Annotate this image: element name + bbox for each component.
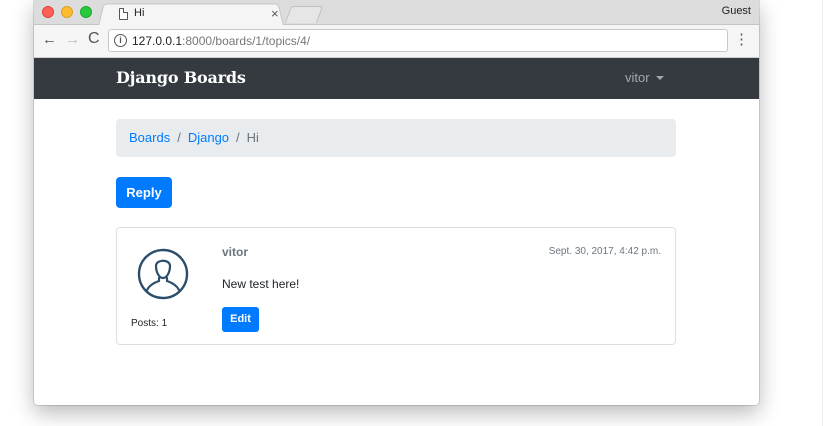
breadcrumb-link-django[interactable]: Django — [188, 130, 229, 145]
address-bar[interactable]: i 127.0.0.1:8000/boards/1/topics/4/ — [108, 29, 728, 52]
desktop-background-edge — [822, 0, 837, 426]
post-date: Sept. 30, 2017, 4:42 p.m. — [548, 246, 661, 257]
browser-tab-content: Hi × — [106, 3, 279, 25]
breadcrumb-separator: / — [177, 130, 181, 145]
breadcrumb-separator: / — [236, 130, 240, 145]
user-silhouette-icon — [137, 248, 189, 300]
breadcrumb-link-boards[interactable]: Boards — [129, 130, 170, 145]
caret-down-icon — [655, 75, 664, 80]
breadcrumb-active: Hi — [246, 130, 259, 145]
new-tab-button[interactable] — [284, 6, 324, 23]
post-message: New test here! — [222, 277, 300, 291]
profile-label[interactable]: Guest — [722, 5, 751, 17]
brand-link[interactable]: Django Boards — [116, 68, 246, 87]
minimize-window-button[interactable] — [61, 6, 73, 18]
document-icon — [119, 8, 128, 20]
url-path: :8000/boards/1/topics/4/ — [182, 34, 311, 48]
maximize-window-button[interactable] — [80, 6, 92, 18]
forward-arrow-icon[interactable]: → — [65, 31, 80, 48]
breadcrumb: Boards / Django / Hi — [116, 119, 676, 157]
url-host: 127.0.0.1 — [132, 34, 183, 48]
user-menu-toggle[interactable]: vitor — [625, 70, 664, 85]
tab-title: Hi — [134, 7, 145, 19]
reload-icon[interactable]: C — [88, 30, 100, 48]
tab-strip: Hi × Guest — [34, 0, 759, 26]
back-arrow-icon[interactable]: ← — [42, 31, 57, 48]
browser-toolbar: ← → C i 127.0.0.1:8000/boards/1/topics/4… — [34, 25, 759, 58]
reply-button[interactable]: Reply — [116, 177, 172, 208]
browser-window: Hi × Guest ← → C i 127.0.0.1:8000/boards… — [34, 0, 759, 405]
url-text: 127.0.0.1:8000/boards/1/topics/4/ — [132, 34, 310, 48]
tab-close-icon[interactable]: × — [271, 6, 279, 21]
post-card: Posts: 1 vitor Sept. 30, 2017, 4:42 p.m.… — [116, 227, 676, 345]
posts-count: Posts: 1 — [131, 318, 168, 329]
info-icon[interactable]: i — [114, 34, 127, 47]
user-menu-label: vitor — [625, 70, 650, 85]
post-author: vitor — [222, 245, 249, 259]
close-window-button[interactable] — [42, 6, 54, 18]
site-navbar: Django Boards vitor — [34, 58, 759, 99]
edit-button[interactable]: Edit — [222, 307, 259, 332]
browser-menu-icon[interactable]: ⋮ — [734, 29, 749, 51]
